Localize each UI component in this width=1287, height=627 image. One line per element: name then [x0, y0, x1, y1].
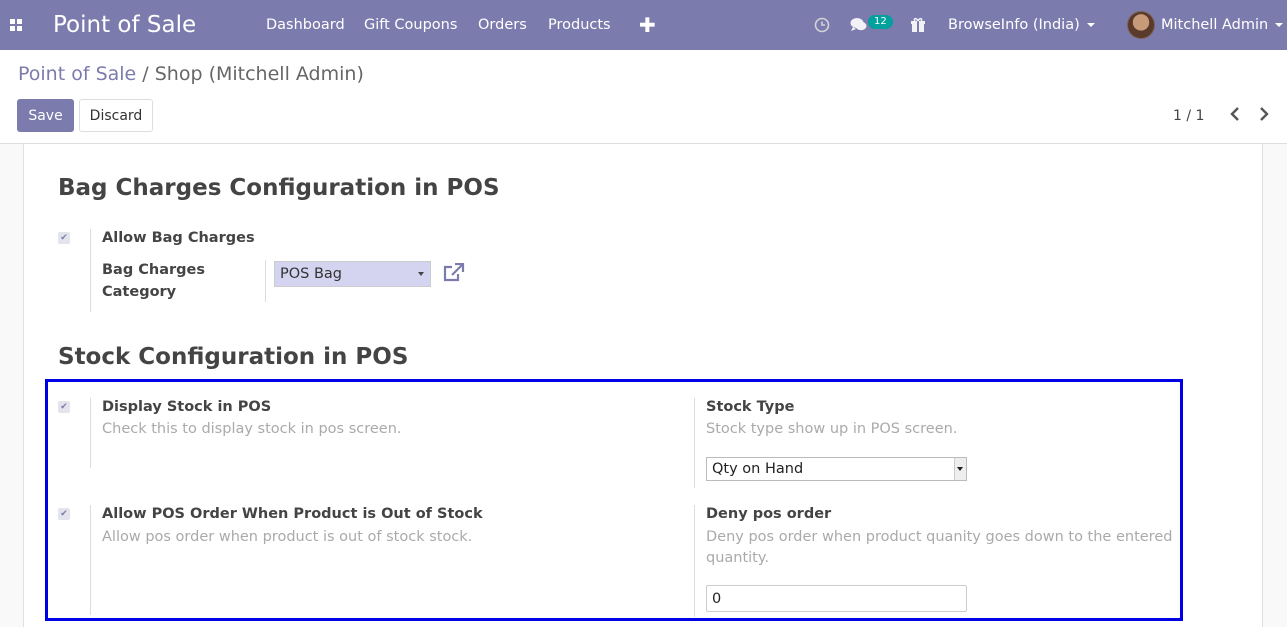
avatar: [1127, 11, 1155, 39]
bag-charges-category-label-line1: Bag Charges: [102, 262, 206, 278]
breadcrumb-parent-link[interactable]: Point of Sale: [18, 63, 136, 85]
bag-charges-category-value: POS Bag: [280, 266, 343, 282]
chevron-down-icon: [1275, 23, 1284, 27]
pager-previous-icon[interactable]: [1229, 106, 1241, 125]
user-name: Mitchell Admin: [1161, 17, 1269, 33]
save-button[interactable]: Save: [17, 99, 74, 132]
bag-charges-category-label-line2: Category: [102, 284, 177, 300]
pager-value: 1 / 1: [1173, 108, 1205, 124]
discard-button[interactable]: Discard: [79, 99, 153, 132]
allow-bag-charges-checkbox[interactable]: ✔: [58, 232, 70, 244]
user-menu[interactable]: Mitchell Admin: [1161, 0, 1284, 50]
allow-bag-charges-label: Allow Bag Charges: [102, 230, 255, 246]
company-name: BrowseInfo (India): [948, 17, 1080, 33]
apps-menu-icon[interactable]: [10, 0, 28, 50]
chat-icon[interactable]: [850, 0, 868, 50]
breadcrumb-separator: /: [142, 63, 149, 85]
chevron-down-icon: [1086, 23, 1095, 27]
company-switcher[interactable]: BrowseInfo (India): [948, 0, 1095, 50]
pager-next-icon[interactable]: [1258, 106, 1270, 125]
breadcrumb: Point of Sale / Shop (Mitchell Admin): [18, 63, 364, 85]
section-title-bag-charges: Bag Charges Configuration in POS: [58, 175, 500, 201]
plus-icon[interactable]: ✚: [639, 0, 656, 50]
app-title[interactable]: Point of Sale: [53, 0, 196, 50]
chat-count-badge: 12: [868, 15, 893, 29]
user-avatar[interactable]: [1127, 0, 1155, 50]
section-title-stock: Stock Configuration in POS: [58, 344, 409, 370]
top-navbar: Point of Sale Dashboard Gift Coupons Ord…: [0, 0, 1287, 50]
external-link-icon[interactable]: [443, 262, 465, 287]
divider: [265, 260, 266, 302]
activity-clock-icon[interactable]: [814, 0, 830, 50]
breadcrumb-current: Shop (Mitchell Admin): [154, 63, 364, 85]
menu-products[interactable]: Products: [548, 0, 611, 50]
caret-down-icon: [418, 272, 424, 276]
menu-gift-coupons[interactable]: Gift Coupons: [364, 0, 457, 50]
gift-icon[interactable]: [910, 0, 926, 50]
divider: [90, 229, 91, 312]
highlight-box: [45, 379, 1183, 621]
bag-charges-category-select[interactable]: POS Bag: [274, 261, 431, 287]
menu-orders[interactable]: Orders: [478, 0, 527, 50]
menu-dashboard[interactable]: Dashboard: [266, 0, 345, 50]
